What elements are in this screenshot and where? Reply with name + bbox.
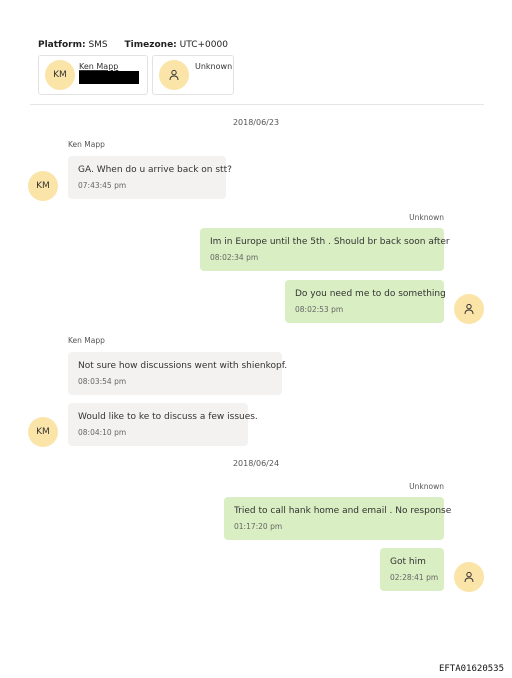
message-bubble: Not sure how discussions went with shien…	[68, 352, 287, 395]
person-icon	[159, 60, 189, 90]
message-text: Im in Europe until the 5th . Should br b…	[210, 237, 450, 247]
timezone-label: Timezone:	[124, 40, 177, 50]
avatar: KM	[28, 171, 58, 201]
participant-name: Unknown	[195, 62, 233, 71]
date-separator: 2018/06/24	[232, 459, 280, 468]
message-bubble: Would like to ke to discuss a few issues…	[68, 403, 258, 446]
message-text: Got him	[390, 557, 426, 567]
sender-label: Unknown	[409, 482, 444, 491]
participant-card-ken-mapp: KM Ken Mapp	[38, 55, 148, 95]
message-bubble: GA. When do u arrive back on stt? 07:43:…	[68, 156, 232, 199]
sender-label: Ken Mapp	[68, 140, 105, 149]
sender-label: Unknown	[409, 213, 444, 222]
conversation-header: Platform: SMS Timezone: UTC+0000	[38, 40, 228, 50]
message-text: Not sure how discussions went with shien…	[78, 361, 288, 371]
message-bubble: Im in Europe until the 5th . Should br b…	[200, 228, 450, 271]
message-time: 07:43:45 pm	[78, 181, 127, 190]
avatar: KM	[45, 60, 75, 90]
participant-card-unknown: Unknown	[152, 55, 234, 95]
message-time: 08:04:10 pm	[78, 428, 127, 437]
sender-label: Ken Mapp	[68, 336, 105, 345]
message-text: Would like to ke to discuss a few issues…	[78, 412, 258, 422]
message-bubble: Do you need me to do something 08:02:53 …	[285, 280, 446, 323]
platform-value: SMS	[88, 40, 108, 50]
message-bubble: Tried to call hank home and email . No r…	[224, 497, 451, 540]
date-separator: 2018/06/23	[232, 118, 280, 127]
message-time: 08:02:53 pm	[295, 305, 344, 314]
avatar: KM	[28, 417, 58, 447]
participant-name: Ken Mapp	[79, 62, 119, 71]
message-bubble: Got him 02:28:41 pm	[380, 548, 444, 591]
timezone-value: UTC+0000	[179, 40, 228, 50]
message-time: 01:17:20 pm	[234, 522, 283, 531]
message-text: Tried to call hank home and email . No r…	[234, 506, 452, 516]
divider	[30, 104, 484, 105]
message-text: Do you need me to do something	[295, 289, 446, 299]
person-icon	[454, 294, 484, 324]
message-time: 02:28:41 pm	[390, 573, 439, 582]
message-text: GA. When do u arrive back on stt?	[78, 165, 232, 175]
document-id: EFTA01620535	[438, 664, 504, 674]
message-time: 08:03:54 pm	[78, 377, 127, 386]
person-icon	[454, 562, 484, 592]
platform-label: Platform:	[38, 40, 86, 50]
message-time: 08:02:34 pm	[210, 253, 259, 262]
redaction-box	[79, 71, 139, 84]
